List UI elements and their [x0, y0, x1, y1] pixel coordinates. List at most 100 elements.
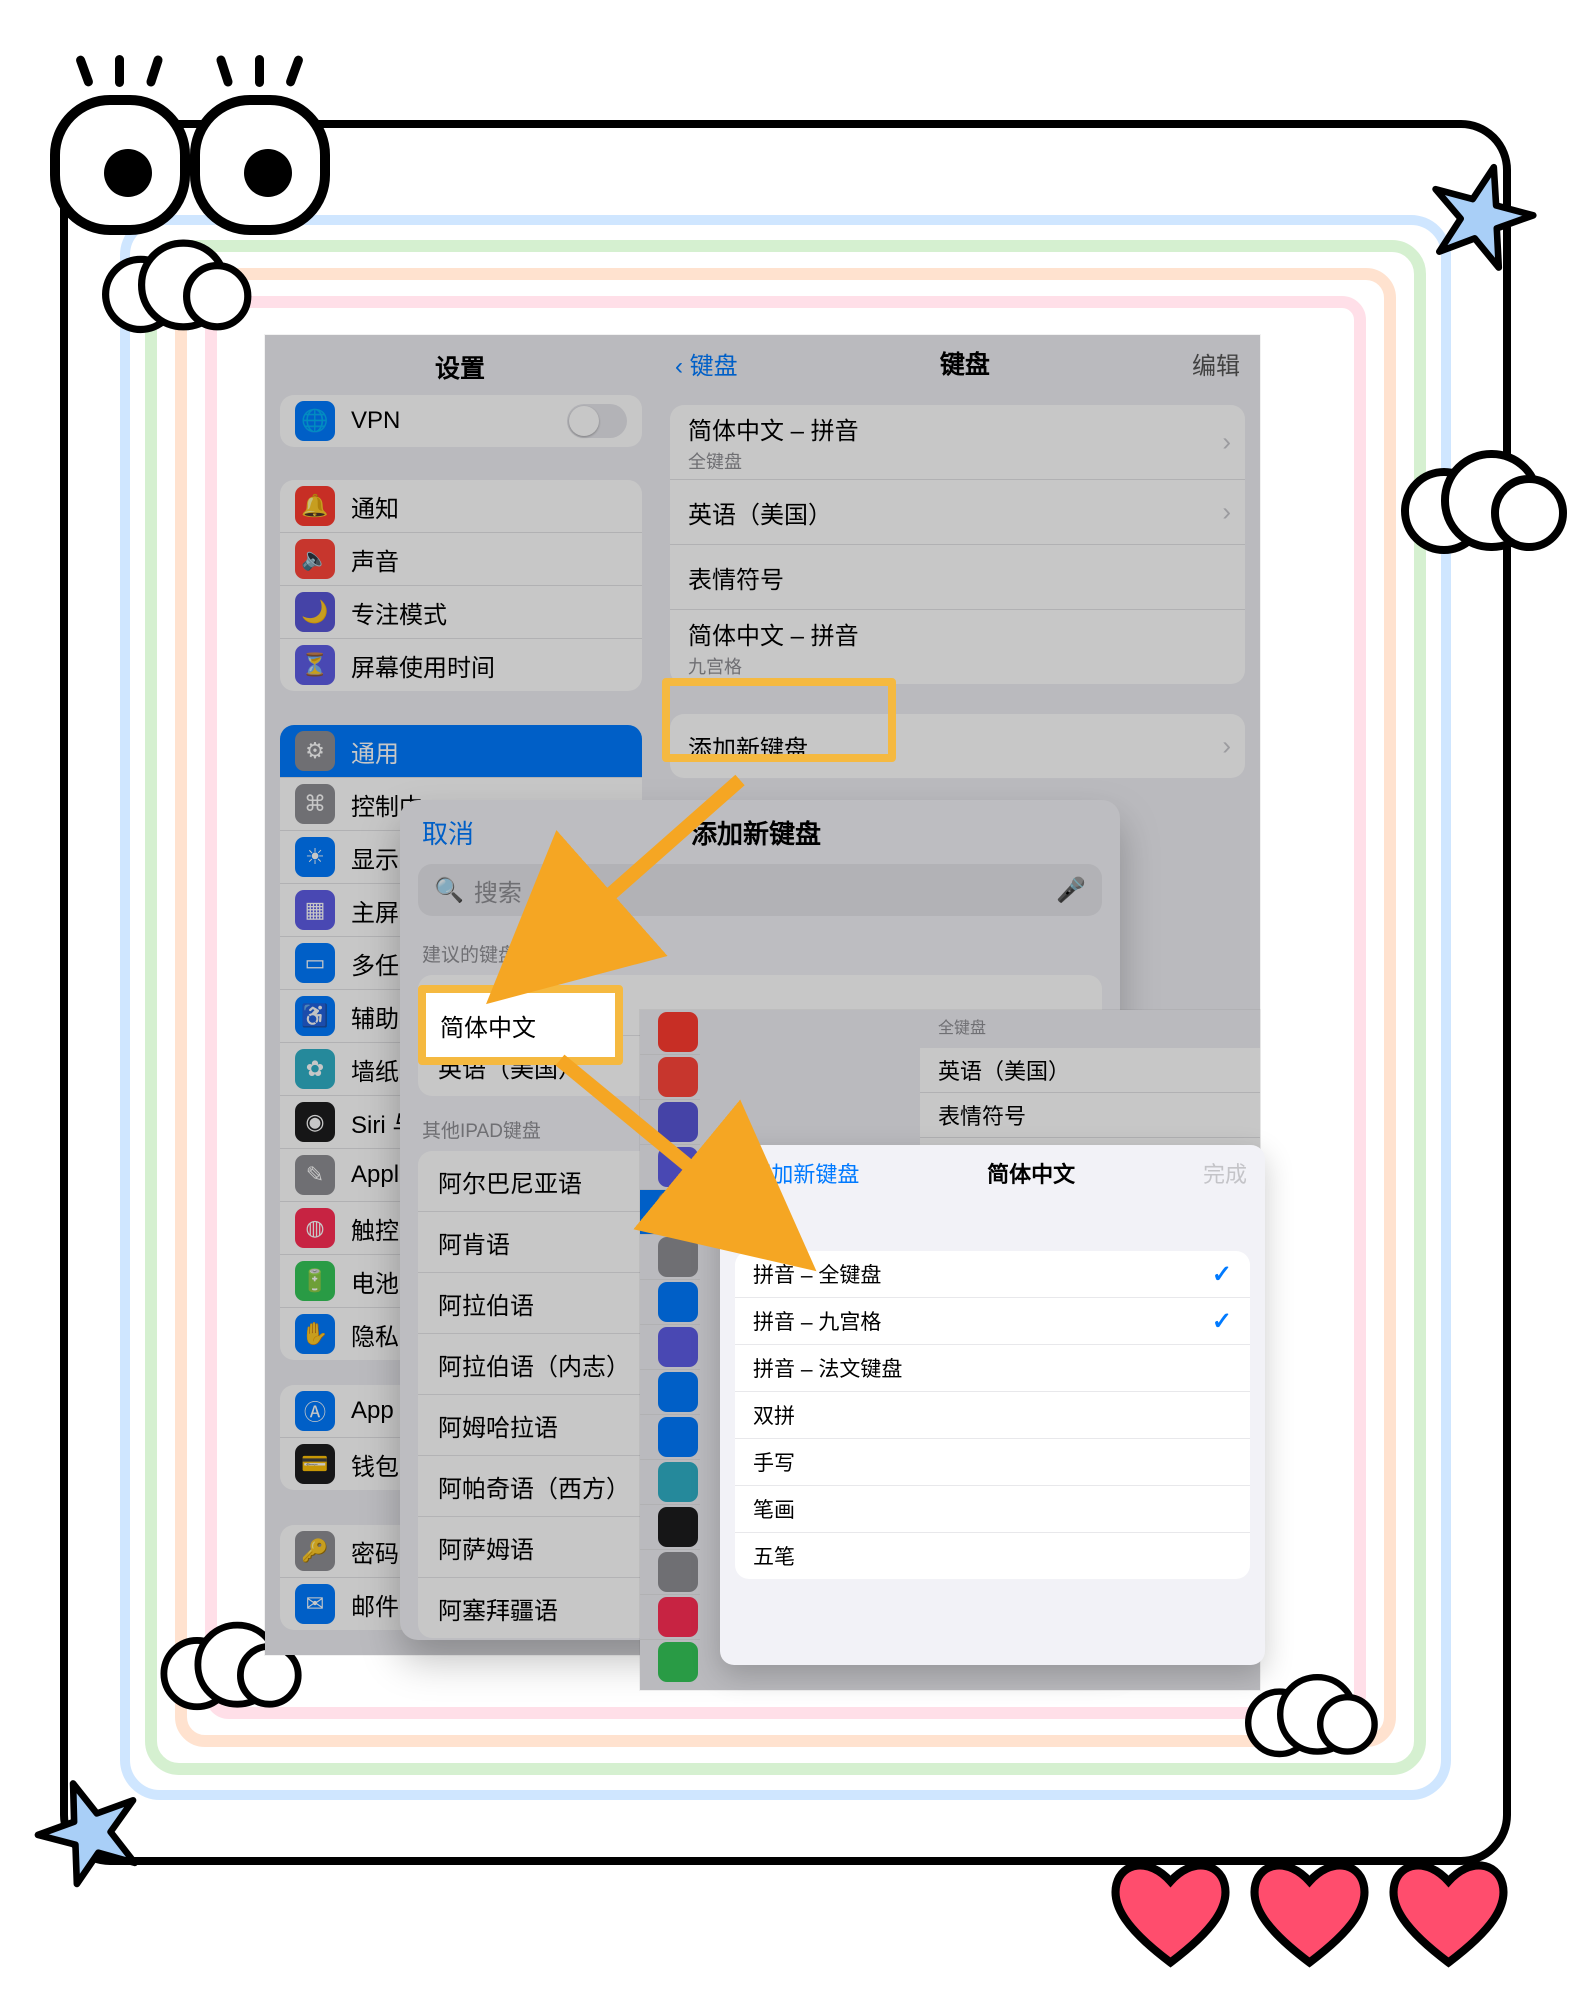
keyboard-row-title: 简体中文 – 拼音 [688, 411, 1227, 446]
highlight-add-keyboard [662, 678, 896, 762]
back-label: 添加新键盘 [749, 1157, 859, 1189]
accessibility-icon [658, 1417, 698, 1457]
options-section-header: 键盘 [720, 1201, 1265, 1251]
keyboards-list: 简体中文 – 拼音全键盘› 英语（美国）› 表情符号 简体中文 – 拼音九宫格 [670, 405, 1245, 684]
option-label: 拼音 – 法文键盘 [753, 1353, 902, 1383]
heart-icon [1103, 1850, 1238, 1975]
detail-navbar: ‹ 键盘 键盘 编辑 [655, 335, 1260, 391]
accessibility-icon: ♿ [295, 996, 335, 1036]
back-button[interactable]: ‹ 键盘 [675, 346, 738, 381]
grid-icon [658, 1327, 698, 1367]
decorated-canvas: 设置 🌐 VPN 🔔通知 🔈声音 🌙专注模式 ⏳屏幕使用时间 ⚙通用 ⌘控制中 … [0, 0, 1571, 2015]
sidebar-item-focus[interactable]: 🌙专注模式 [280, 586, 642, 639]
detail-title: 键盘 [940, 345, 990, 381]
sun-icon [658, 1282, 698, 1322]
keyboard-option-row[interactable]: 拼音 – 法文键盘 [735, 1345, 1250, 1392]
checkmark-icon: ✓ [1212, 1260, 1232, 1289]
keyboard-option-row[interactable]: 手写 [735, 1439, 1250, 1486]
keyboard-row-title: 英语（美国） [688, 495, 1227, 530]
chevron-right-icon: › [1222, 731, 1231, 762]
battery-icon: 🔋 [295, 1261, 335, 1301]
sidebar-item-sound[interactable]: 🔈声音 [280, 533, 642, 586]
switches-icon: ⌘ [295, 784, 335, 824]
keyboard-options-list: 拼音 – 全键盘 ✓ 拼音 – 九宫格 ✓ 拼音 – 法文键盘 双拼 手写 笔画 五… [735, 1251, 1250, 1579]
rects-icon: ▭ [295, 943, 335, 983]
keyboard-option-row[interactable]: 五笔 [735, 1533, 1250, 1579]
grid-icon: ▦ [295, 890, 335, 930]
options-navbar: ‹添加新键盘 简体中文 完成 [720, 1145, 1265, 1201]
edit-button[interactable]: 编辑 [1192, 346, 1240, 381]
fingerprint-icon [658, 1597, 698, 1637]
battery-icon [658, 1642, 698, 1682]
gear-icon: ⚙ [295, 731, 335, 771]
keyboard-option-row[interactable]: 拼音 – 九宫格 ✓ [735, 1298, 1250, 1345]
flower-icon: ✿ [295, 1049, 335, 1089]
keyboard-row-title: 表情符号 [688, 560, 1227, 595]
keyboard-row-sub: 九宫格 [688, 653, 1227, 679]
highlight-label: 简体中文 [440, 1008, 536, 1043]
option-label: 拼音 – 九宫格 [753, 1306, 881, 1336]
settings-title: 设置 [265, 335, 655, 399]
arrow-annotation [540, 1050, 760, 1235]
sidebar-item-label: 声音 [351, 542, 627, 577]
pencil-icon: ✎ [295, 1155, 335, 1195]
keyboard-row[interactable]: 表情符号 [670, 545, 1245, 610]
bell-icon [658, 1012, 698, 1052]
globe-icon: 🌐 [295, 401, 335, 441]
mini-row[interactable]: 表情符号 [920, 1093, 1260, 1138]
done-button[interactable]: 完成 [1203, 1157, 1247, 1189]
keyboard-option-row[interactable]: 笔画 [735, 1486, 1250, 1533]
option-label: 五笔 [753, 1541, 795, 1571]
sidebar-item-label: 通知 [351, 489, 627, 524]
appstore-icon: Ⓐ [295, 1391, 335, 1431]
eyes-doodle [35, 15, 345, 265]
chevron-right-icon: › [1222, 497, 1231, 528]
rects-icon [658, 1372, 698, 1412]
search-icon: 🔍 [434, 876, 464, 905]
sidebar-item-notifications[interactable]: 🔔 通知 [280, 480, 642, 533]
keyboard-row[interactable]: 简体中文 – 拼音全键盘› [670, 405, 1245, 480]
keyboard-row-sub: 全键盘 [688, 448, 1227, 474]
option-label: 笔画 [753, 1494, 795, 1524]
keyboard-row-title: 简体中文 – 拼音 [688, 616, 1227, 651]
option-label: 双拼 [753, 1400, 795, 1430]
keyboard-row[interactable]: 简体中文 – 拼音九宫格 [670, 610, 1245, 684]
switches-icon [658, 1237, 698, 1277]
options-title: 简体中文 [987, 1157, 1075, 1189]
sidebar-item-label: VPN [351, 407, 567, 435]
flower-icon [658, 1462, 698, 1502]
keyboard-row[interactable]: 英语（美国）› [670, 480, 1245, 545]
hourglass-icon: ⏳ [295, 645, 335, 685]
keyboard-option-row[interactable]: 双拼 [735, 1392, 1250, 1439]
cloud-doodle [161, 1622, 280, 1699]
siri-icon: ◉ [295, 1102, 335, 1142]
key-icon: 🔑 [295, 1531, 335, 1571]
wallet-icon: 💳 [295, 1444, 335, 1484]
option-label: 拼音 – 全键盘 [753, 1259, 881, 1289]
back-label: 键盘 [690, 353, 738, 380]
cancel-button[interactable]: 取消 [422, 814, 474, 851]
search-placeholder: 搜索 [474, 873, 522, 908]
sidebar-item-vpn[interactable]: 🌐 VPN [280, 395, 642, 447]
bell-icon: 🔔 [295, 486, 335, 526]
mic-icon[interactable]: 🎤 [1056, 876, 1086, 905]
hand-icon: ✋ [295, 1314, 335, 1354]
siri-icon [658, 1507, 698, 1547]
sidebar-item-screentime[interactable]: ⏳ 屏幕使用时间 [280, 639, 642, 691]
chevron-right-icon: › [1222, 427, 1231, 458]
mini-header: 全键盘 [920, 1010, 1260, 1048]
cloud-doodle [1401, 450, 1541, 540]
mail-icon: ✉ [295, 1584, 335, 1624]
vpn-toggle[interactable] [567, 404, 627, 438]
heart-icon [1381, 1850, 1516, 1975]
screenshot-keyboard-options: ‹添加新键盘 简体中文 完成 键盘 拼音 – 全键盘 ✓ 拼音 – 九宫格 ✓ 拼音… [720, 1145, 1265, 1665]
hearts-row [1103, 1850, 1516, 1975]
option-label: 手写 [753, 1447, 795, 1477]
cloud-doodle [1245, 1674, 1357, 1746]
keyboard-option-row[interactable]: 拼音 – 全键盘 ✓ [735, 1251, 1250, 1298]
mini-row[interactable]: 英语（美国） [920, 1048, 1260, 1093]
sidebar-item-label: 屏幕使用时间 [351, 648, 627, 683]
arrow-annotation [540, 760, 780, 965]
checkmark-icon: ✓ [1212, 1307, 1232, 1336]
pencil-icon [658, 1552, 698, 1592]
